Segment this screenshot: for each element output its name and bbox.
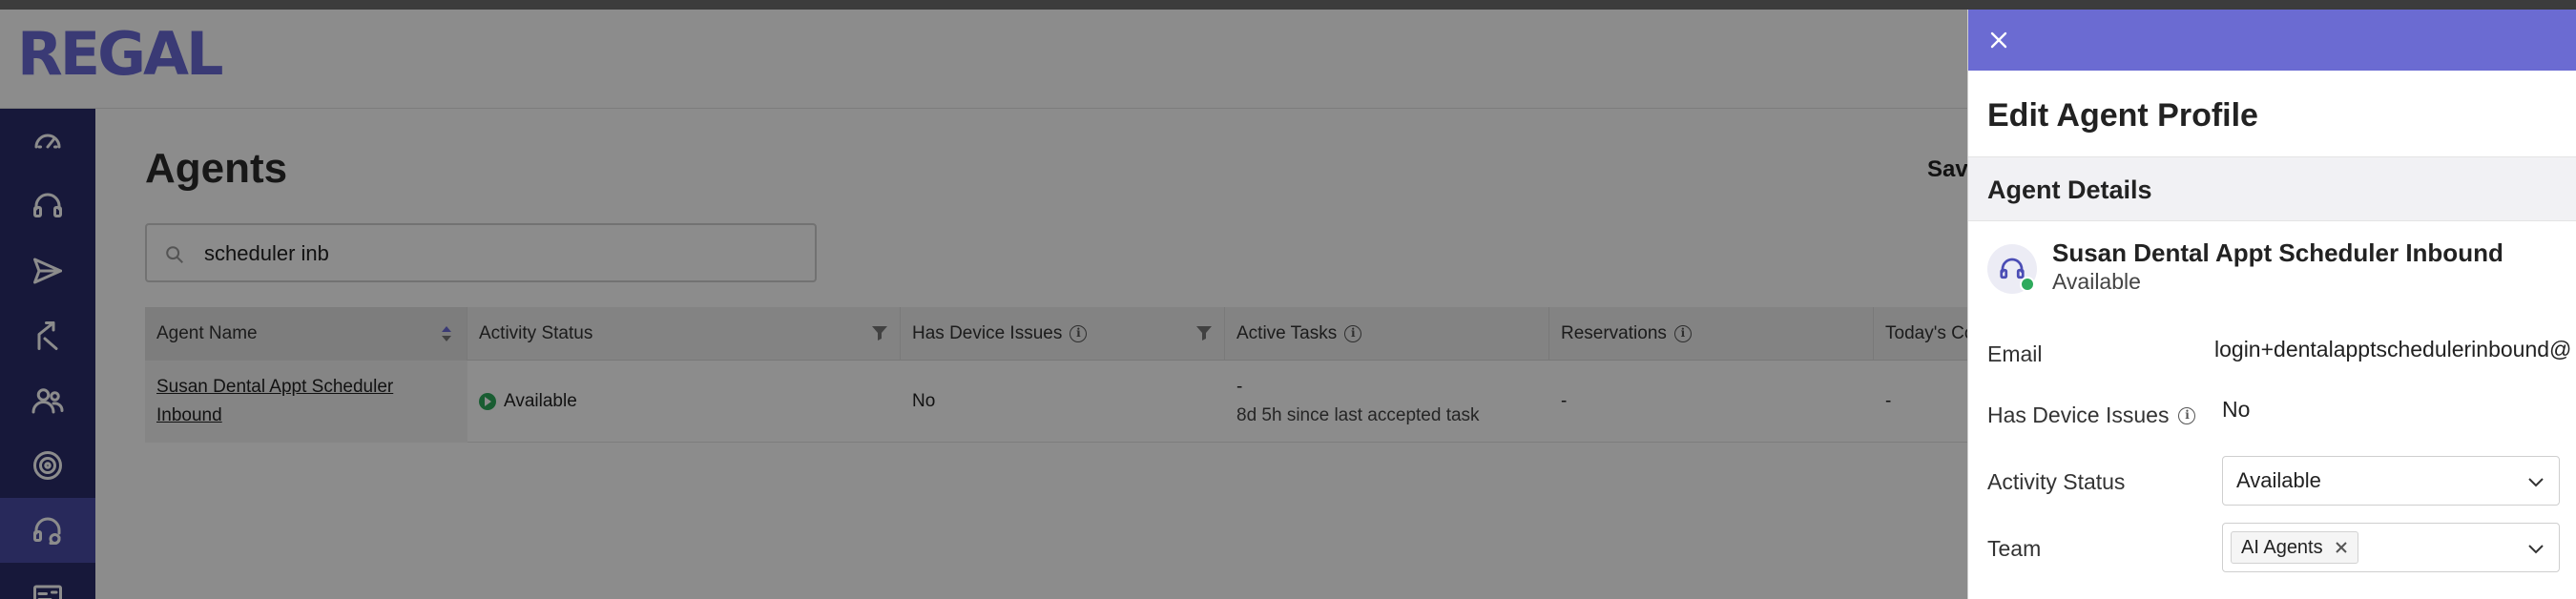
remove-tag-icon[interactable] — [2335, 541, 2348, 554]
info-icon[interactable]: i — [2178, 406, 2196, 424]
modal-backdrop[interactable] — [0, 10, 1967, 599]
label-text: Team — [1987, 536, 2042, 561]
email-label: Email — [1987, 341, 2043, 367]
close-button[interactable] — [1985, 27, 2012, 53]
agent-name: Susan Dental Appt Scheduler Inbound — [2052, 238, 2503, 267]
device-issues-label: Has Device Issues i — [1987, 403, 2196, 428]
tag-label: AI Agents — [2241, 536, 2323, 558]
team-select[interactable]: AI Agents — [2222, 523, 2560, 572]
agent-status: Available — [2052, 269, 2141, 294]
browser-top-strip — [0, 0, 2576, 10]
team-tag: AI Agents — [2231, 531, 2358, 564]
activity-status-select[interactable]: Available — [2222, 456, 2560, 506]
agent-details-section: Agent Details — [1968, 156, 2576, 221]
activity-status-label: Activity Status — [1987, 469, 2125, 495]
drawer-header-bar — [1968, 10, 2576, 71]
avatar — [1987, 244, 2037, 294]
available-status-icon — [2020, 277, 2035, 292]
section-title: Agent Details — [1987, 176, 2152, 204]
team-label: Team — [1987, 536, 2041, 562]
label-text: Has Device Issues — [1987, 403, 2170, 427]
selected-value: Available — [2236, 468, 2321, 492]
chevron-down-icon — [2528, 545, 2544, 554]
chevron-down-icon — [2528, 478, 2544, 487]
email-value: login+dentalapptschedulerinbound@ — [2214, 337, 2572, 361]
label-text: Email — [1987, 341, 2043, 366]
device-issues-value: No — [2222, 397, 2251, 422]
edit-agent-drawer: Edit Agent Profile Agent Details Susan D… — [1967, 10, 2576, 599]
close-icon — [1990, 31, 2007, 49]
label-text: Activity Status — [1987, 469, 2126, 494]
drawer-title: Edit Agent Profile — [1987, 97, 2258, 134]
